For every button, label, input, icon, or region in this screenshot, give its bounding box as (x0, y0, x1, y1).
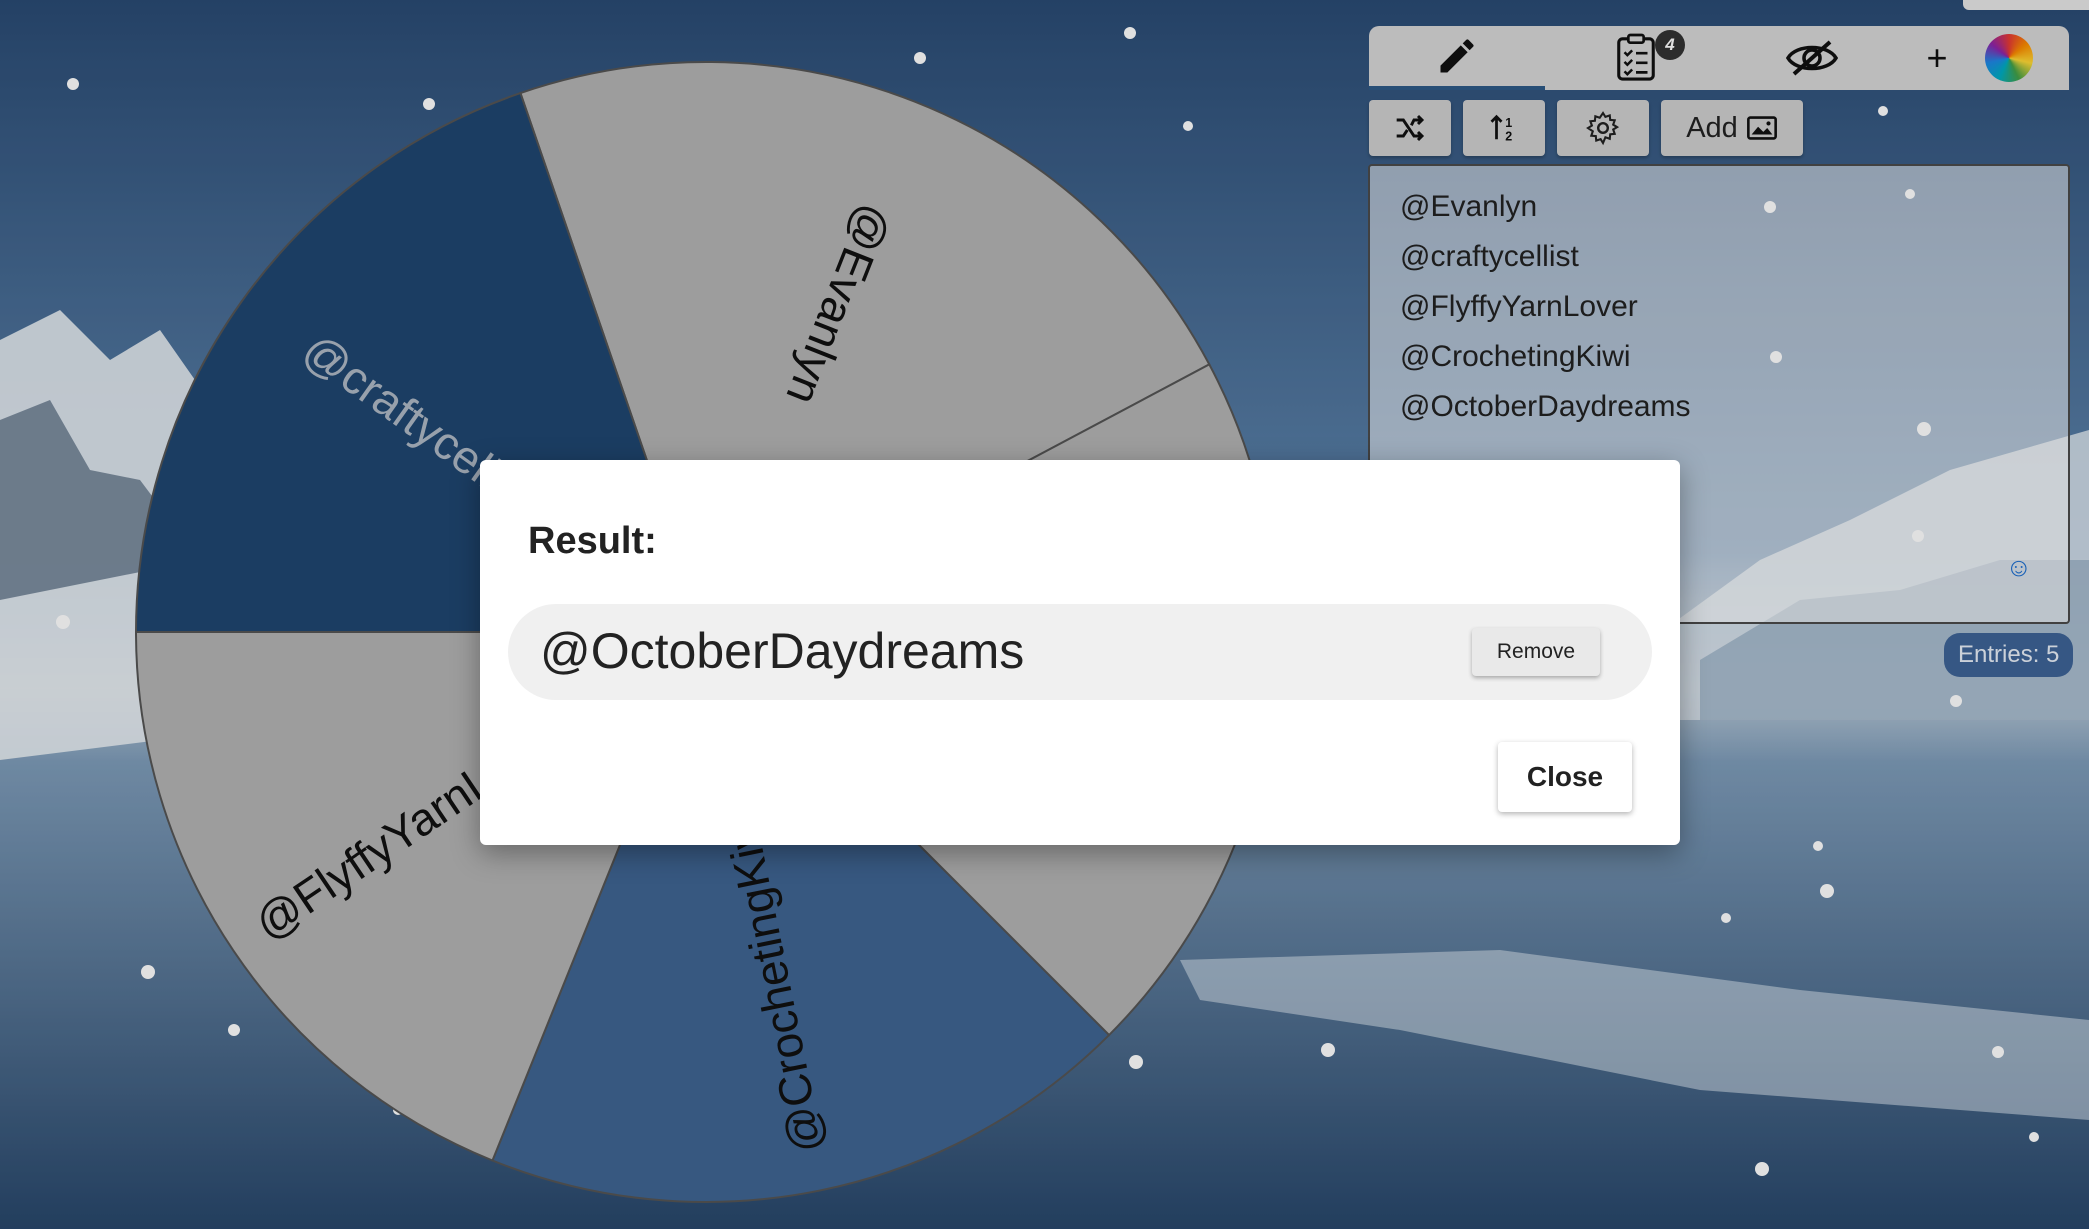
remove-winner-button[interactable]: Remove (1472, 628, 1600, 676)
result-winner-box: @OctoberDaydreams Remove (508, 604, 1652, 700)
dialog-title: Result: (528, 520, 657, 562)
result-dialog: Result: @OctoberDaydreams Remove Close (480, 460, 1680, 845)
close-button[interactable]: Close (1498, 742, 1632, 812)
winner-name: @OctoberDaydreams (540, 623, 1025, 679)
